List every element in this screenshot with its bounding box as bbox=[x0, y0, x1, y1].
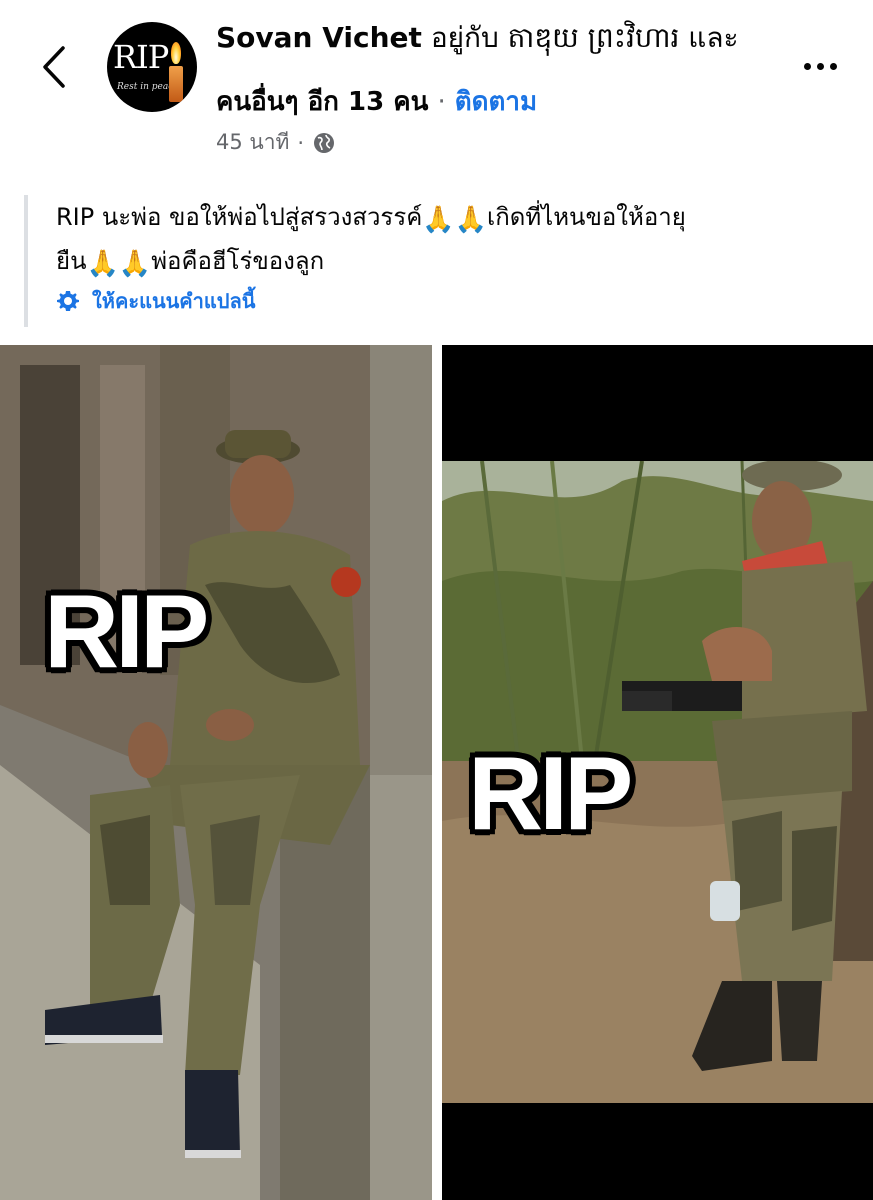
author-line: Sovan Vichet อยู่กับ តាឌុយ ព្រះវិហារ และ bbox=[216, 18, 739, 58]
post-text-line2-a: ยืน bbox=[56, 247, 87, 275]
candle-flame-icon bbox=[171, 42, 181, 64]
globe-icon[interactable] bbox=[312, 131, 336, 155]
separator-dot: · bbox=[437, 87, 446, 117]
post-photo-1[interactable] bbox=[0, 345, 432, 1200]
rate-translation-label: ให้คะแนนคำแปลนี้ bbox=[92, 289, 256, 313]
post-text-line1-b: เกิดที่ไหนขอให้อายุ bbox=[487, 203, 686, 231]
follow-button[interactable]: ติดตาม bbox=[455, 87, 537, 117]
gear-icon bbox=[57, 291, 79, 311]
tagged-with-text[interactable]: อยู่กับ តាឌុយ ព្រះវិហារ และ bbox=[431, 21, 739, 54]
avatar[interactable]: RIP Rest in peace bbox=[107, 22, 197, 112]
post-text-line2-b: พ่อคือฮีโร่ของลูก bbox=[151, 247, 325, 275]
folded-hands-emoji: 🙏 bbox=[86, 249, 119, 279]
folded-hands-emoji: 🙏 bbox=[118, 249, 152, 279]
rip-overlay-text-2: RIP bbox=[466, 736, 634, 852]
author-name-link[interactable]: Sovan Vichet bbox=[216, 21, 422, 54]
rip-overlay-text-1: RIP bbox=[42, 574, 210, 690]
post-text-line1-a: RIP นะพ่อ ขอให้พ่อไปสู่สรวงสวรรค์ bbox=[56, 203, 423, 231]
more-dot bbox=[816, 62, 824, 70]
photo-1-scene bbox=[0, 345, 432, 1200]
candle-icon bbox=[169, 66, 183, 102]
post-header: RIP Rest in peace Sovan Vichet อยู่กับ ត… bbox=[0, 0, 873, 170]
folded-hands-emoji: 🙏 bbox=[454, 205, 488, 235]
more-options-button[interactable] bbox=[792, 46, 848, 86]
rate-translation-link[interactable]: ให้คะแนนคำแปลนี้ bbox=[56, 285, 255, 317]
chevron-left-icon bbox=[43, 46, 65, 88]
others-count-link[interactable]: คนอื่นๆ อีก 13 คน bbox=[216, 87, 428, 117]
meta-separator: · bbox=[297, 130, 305, 155]
author-line-2: คนอื่นๆ อีก 13 คน · ติดตาม bbox=[216, 82, 537, 122]
folded-hands-emoji: 🙏 bbox=[422, 205, 455, 235]
post-message: RIP นะพ่อ ขอให้พ่อไปสู่สรวงสวรรค์🙏🙏เกิดท… bbox=[56, 195, 854, 283]
post-text-block: RIP นะพ่อ ขอให้พ่อไปสู่สรวงสวรรค์🙏🙏เกิดท… bbox=[24, 195, 854, 327]
avatar-rip-text: RIP bbox=[113, 38, 169, 76]
back-button[interactable] bbox=[34, 42, 74, 92]
more-dot bbox=[829, 62, 837, 70]
timestamp[interactable]: 45 นาที bbox=[216, 126, 289, 159]
post-meta: 45 นาที · bbox=[216, 126, 336, 159]
more-dot bbox=[803, 62, 811, 70]
